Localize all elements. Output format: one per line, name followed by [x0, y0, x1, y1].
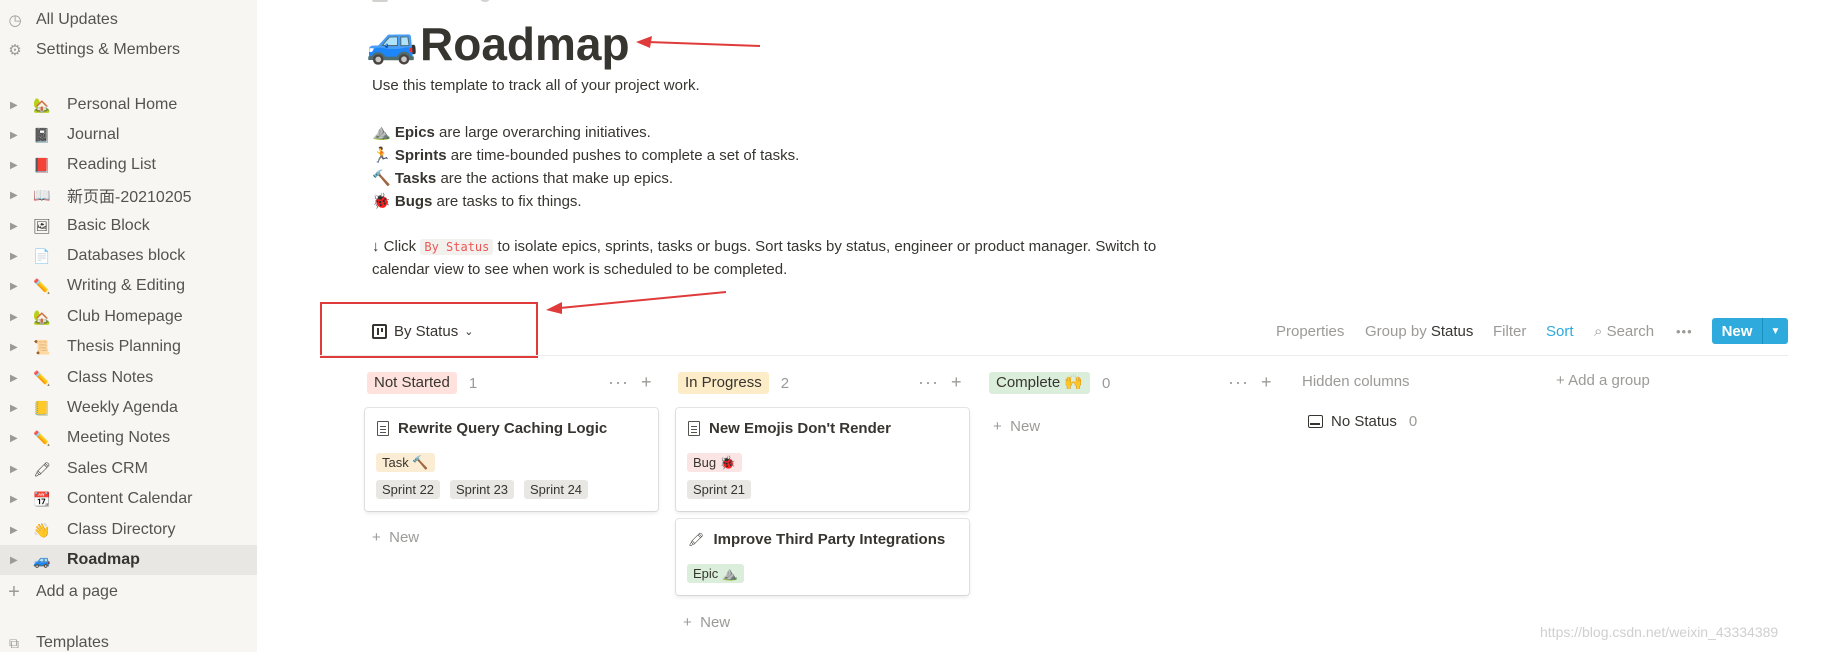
- more-options-icon[interactable]: •••: [1676, 324, 1693, 339]
- document-icon: [377, 421, 389, 436]
- card-title-text: New Emojis Don't Render: [709, 420, 891, 437]
- more-options-icon[interactable]: ···: [918, 372, 939, 392]
- add-group-label: Add a group: [1568, 372, 1650, 389]
- column-controls[interactable]: ··· +: [608, 372, 653, 393]
- column-controls[interactable]: ··· +: [1228, 372, 1273, 393]
- sprint-tag: Sprint 24: [524, 480, 589, 499]
- chevron-down-icon: ⌄: [464, 325, 474, 338]
- sprint-tag: Sprint 23: [450, 480, 515, 499]
- column-header-complete[interactable]: Complete 🙌 0: [989, 372, 1110, 394]
- type-tag: Epic ⛰️: [687, 564, 745, 583]
- status-tag: Not Started: [367, 372, 457, 394]
- type-tag: Bug 🐞: [687, 453, 742, 472]
- column-header-not-started[interactable]: Not Started 1: [367, 372, 477, 394]
- column-controls[interactable]: ··· +: [918, 372, 963, 393]
- new-card-button[interactable]: + New: [993, 418, 1040, 435]
- search-label: Search: [1606, 322, 1655, 340]
- search-icon: ⌕: [1594, 322, 1603, 340]
- more-options-icon[interactable]: ···: [608, 372, 629, 392]
- status-tag: In Progress: [678, 372, 769, 394]
- inbox-icon: [1308, 415, 1323, 428]
- more-options-icon[interactable]: ···: [1228, 372, 1249, 392]
- plus-icon: +: [993, 418, 1002, 435]
- document-icon: [688, 421, 700, 436]
- card-title: Rewrite Query Caching Logic: [377, 420, 607, 437]
- plus-icon: +: [683, 614, 692, 631]
- new-card-button[interactable]: + New: [683, 614, 730, 631]
- plus-icon[interactable]: +: [951, 372, 963, 392]
- crayon-icon: 🖍: [688, 531, 705, 547]
- plus-icon[interactable]: +: [1261, 372, 1273, 392]
- card-title: New Emojis Don't Render: [688, 420, 891, 437]
- board-card[interactable]: New Emojis Don't Render Bug 🐞 Sprint 21: [676, 408, 969, 511]
- sprint-tag: Sprint 22: [376, 480, 441, 499]
- sprint-tag: Sprint 21: [687, 480, 752, 499]
- card-title-text: Improve Third Party Integrations: [713, 531, 946, 548]
- plus-icon: +: [372, 529, 381, 546]
- type-tag: Task 🔨: [376, 453, 435, 472]
- board-view-icon: [372, 323, 387, 339]
- watermark: https://blog.csdn.net/weixin_43334389: [1540, 624, 1779, 640]
- properties-button[interactable]: Properties: [1276, 323, 1344, 340]
- annotation-arrow: [546, 291, 727, 314]
- toolbar-divider: [320, 355, 1788, 356]
- chevron-down-icon[interactable]: ▼: [1763, 326, 1788, 337]
- new-card-label: New: [389, 529, 420, 546]
- new-button[interactable]: New ▼: [1712, 318, 1788, 344]
- column-count: 1: [468, 374, 478, 392]
- column-count: 0: [1102, 374, 1111, 392]
- new-card-label: New: [700, 614, 731, 631]
- new-card-label: New: [1010, 418, 1041, 435]
- search-button[interactable]: ⌕ Search: [1594, 323, 1654, 340]
- plus-icon: +: [1556, 372, 1565, 389]
- hidden-columns-label: Hidden columns: [1302, 373, 1410, 390]
- new-card-button[interactable]: + New: [372, 529, 419, 546]
- sort-button[interactable]: Sort: [1546, 323, 1574, 340]
- status-tag: Complete 🙌: [989, 372, 1091, 394]
- add-group-button[interactable]: + Add a group: [1556, 372, 1650, 389]
- no-status-count: 0: [1408, 413, 1418, 430]
- annotation-arrow: [636, 36, 761, 48]
- filter-button[interactable]: Filter: [1493, 323, 1526, 340]
- view-selector-button[interactable]: By Status ⌄: [372, 320, 473, 342]
- new-button-label: New: [1721, 322, 1753, 340]
- column-header-in-progress[interactable]: In Progress 2: [678, 372, 789, 394]
- group-by-label: Group by: [1365, 322, 1427, 340]
- card-title: 🖍 Improve Third Party Integrations: [688, 531, 945, 548]
- plus-icon[interactable]: +: [641, 372, 653, 392]
- group-by-value: Status: [1430, 322, 1474, 340]
- view-label: By Status: [394, 322, 459, 340]
- hidden-column-no-status[interactable]: No Status 0: [1308, 413, 1417, 430]
- board-card[interactable]: Rewrite Query Caching Logic Task 🔨 Sprin…: [365, 408, 658, 511]
- no-status-label: No Status: [1331, 413, 1397, 430]
- column-count: 2: [780, 374, 790, 392]
- group-by-button[interactable]: Group by Status: [1365, 323, 1473, 340]
- card-title-text: Rewrite Query Caching Logic: [398, 420, 608, 437]
- board-card[interactable]: 🖍 Improve Third Party Integrations Epic …: [676, 519, 969, 595]
